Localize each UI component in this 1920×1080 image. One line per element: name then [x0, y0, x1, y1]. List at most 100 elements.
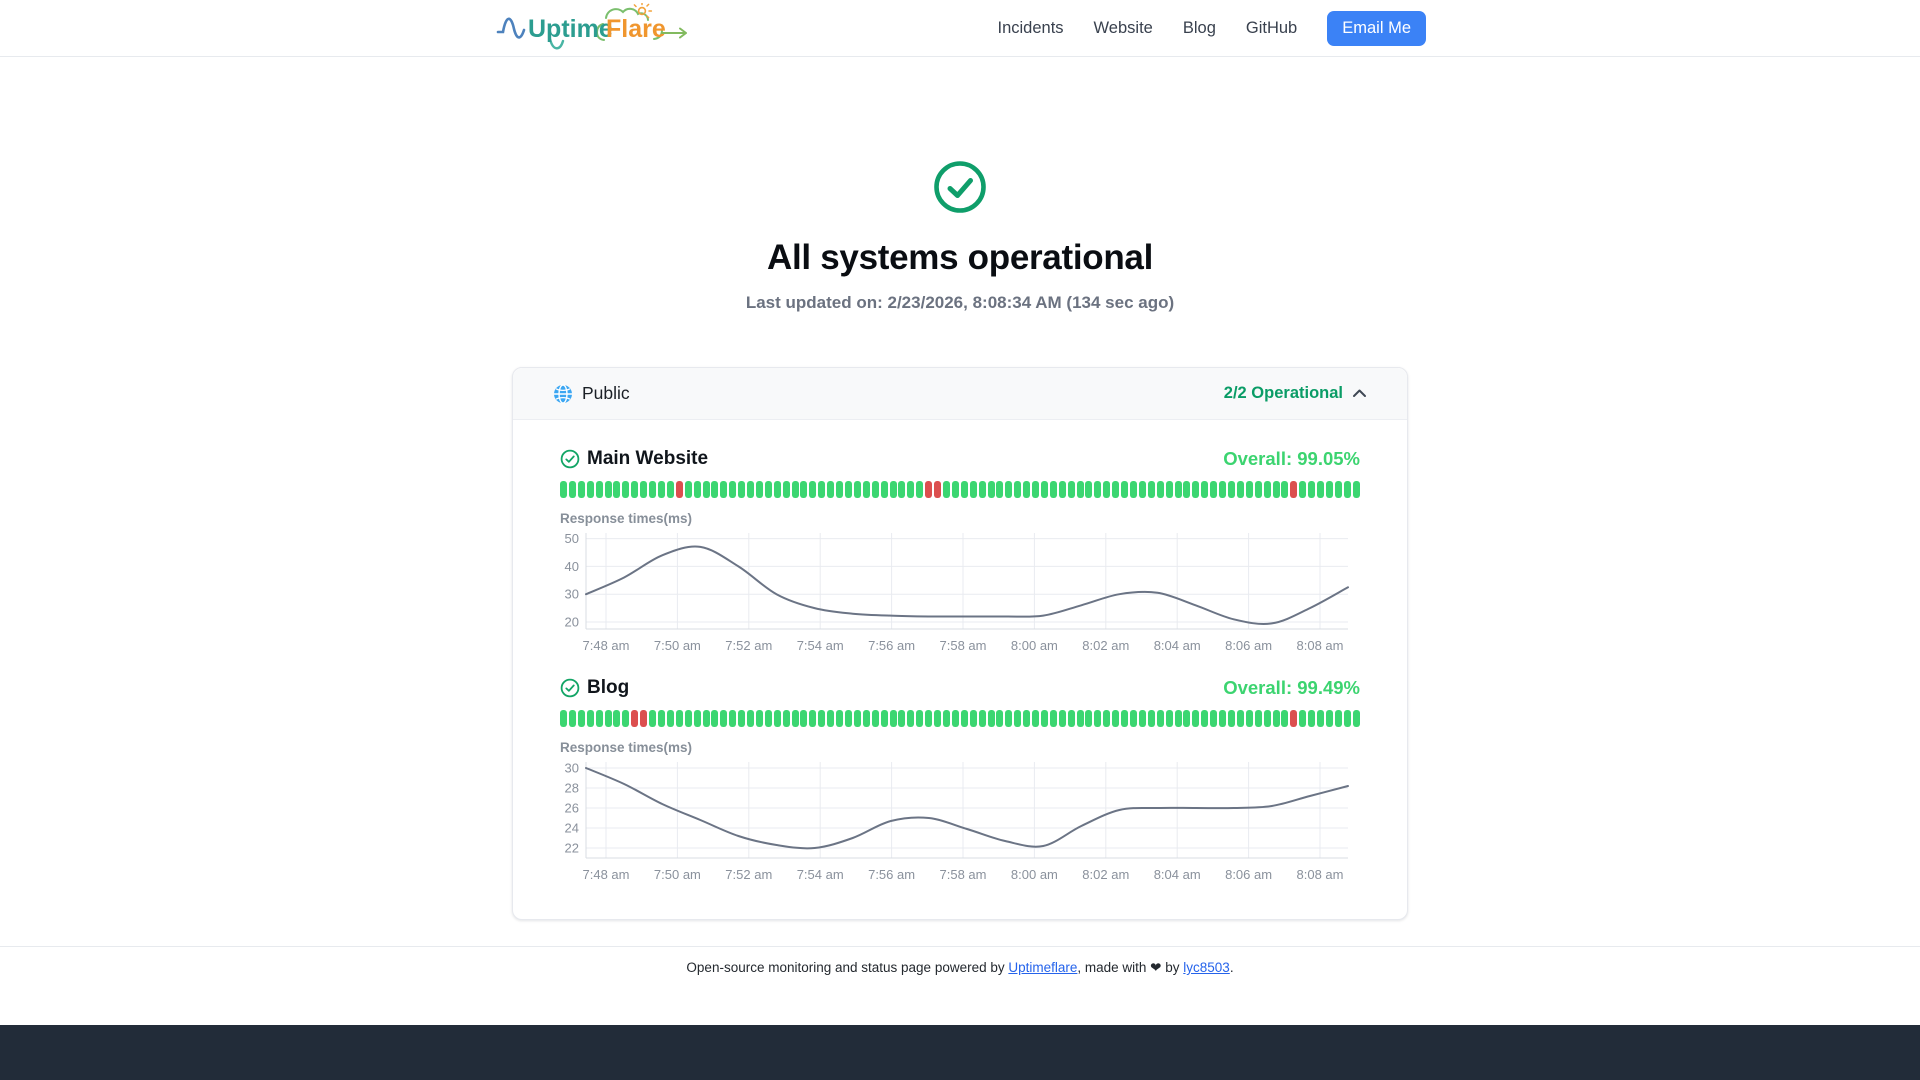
uptime-bar [1334, 710, 1342, 727]
svg-text:30: 30 [565, 761, 579, 776]
uptime-bar [666, 481, 674, 498]
uptime-bar [1325, 481, 1333, 498]
monitor-name: Blog [587, 677, 630, 698]
uptime-bar [640, 481, 648, 498]
uptime-bar [1147, 710, 1155, 727]
status-hero: All systems operational Last updated on:… [0, 57, 1920, 313]
uptime-bar [720, 481, 728, 498]
uptime-bar [1049, 710, 1057, 727]
nav-link-incidents[interactable]: Incidents [997, 19, 1063, 38]
nav-link-website[interactable]: Website [1094, 19, 1153, 38]
uptime-bar [577, 481, 585, 498]
svg-text:20: 20 [565, 615, 579, 630]
uptime-bar [613, 710, 621, 727]
uptime-bar [1094, 710, 1102, 727]
uptime-bar [613, 481, 621, 498]
svg-text:7:52 am: 7:52 am [725, 638, 772, 653]
uptime-bar [1201, 481, 1209, 498]
uptime-bar [711, 481, 719, 498]
group-name-label: Public [582, 383, 630, 403]
response-time-chart: 20 30 40 50 7:48 am 7:50 am 7:52 am 7:54 am 7:56… [565, 531, 1349, 653]
uptime-bar [1352, 481, 1360, 498]
uptimeflare-logo[interactable]: Uptime Flare [494, 3, 690, 53]
uptime-bar [1067, 481, 1075, 498]
uptime-bar [916, 481, 924, 498]
uptime-bar [880, 481, 888, 498]
uptime-bar [1023, 481, 1031, 498]
email-me-button[interactable]: Email Me [1327, 10, 1426, 46]
uptime-bar [1121, 481, 1129, 498]
uptime-bar [1085, 481, 1093, 498]
svg-text:8:02 am: 8:02 am [1082, 867, 1129, 882]
uptime-bar [1005, 481, 1013, 498]
nav-links: Incidents Website Blog GitHub Email Me [997, 10, 1426, 46]
uptime-bar [1023, 710, 1031, 727]
uptime-bar [675, 710, 683, 727]
page-title: All systems operational [766, 238, 1153, 277]
uptime-bar [889, 481, 897, 498]
uptime-bar [845, 710, 852, 727]
nav-link-github[interactable]: GitHub [1246, 19, 1297, 38]
uptime-bar [791, 710, 799, 727]
uptime-bar [702, 481, 710, 498]
monitor-header: Main Website Overall: 99.05% [560, 448, 1360, 470]
uptime-bar [960, 710, 968, 727]
uptime-bar [1005, 710, 1013, 727]
uptime-bar [898, 710, 906, 727]
uptime-bar [1352, 710, 1360, 727]
uptimeflare-link[interactable]: Uptimeflare [1008, 960, 1077, 975]
uptime-bar [1130, 481, 1137, 498]
svg-text:7:58 am: 7:58 am [940, 638, 987, 653]
all-operational-check-icon [934, 161, 986, 213]
logo-text-flare: Flare [606, 15, 666, 43]
svg-text:7:56 am: 7:56 am [868, 638, 915, 653]
uptime-bar [1156, 481, 1164, 498]
uptime-bar [1040, 481, 1048, 498]
chart-title: Response times(ms) [560, 511, 693, 526]
uptime-bar [1334, 481, 1342, 498]
svg-text:8:00 am: 8:00 am [1011, 867, 1058, 882]
monitor-group-card: Public 2/2 Operational Main Website Over… [512, 367, 1408, 920]
uptime-bar [889, 710, 897, 727]
uptime-bar [836, 710, 844, 727]
monitor-main-website: Main Website Overall: 99.05% Response ti… [560, 448, 1360, 664]
uptime-bar [1263, 710, 1271, 727]
top-navigation: Uptime Flare Incidents Website Blog GitHub … [0, 0, 1920, 57]
svg-text:7:56 am: 7:56 am [868, 867, 915, 882]
uptime-bar [729, 481, 737, 498]
uptime-bar [631, 710, 639, 727]
nav-link-blog[interactable]: Blog [1183, 19, 1216, 38]
uptime-bar [586, 481, 594, 498]
uptime-bar [640, 710, 648, 727]
uptime-bar [560, 481, 567, 498]
uptime-bar [942, 481, 950, 498]
uptime-bar [1032, 710, 1040, 727]
group-toggle[interactable]: 2/2 Operational [1224, 384, 1367, 403]
uptime-bar [1343, 710, 1351, 727]
svg-text:24: 24 [565, 821, 579, 836]
uptime-bar [1058, 710, 1066, 727]
footer: Open-source monitoring and status page p… [0, 946, 1920, 992]
uptime-bar [996, 481, 1004, 498]
uptime-bar [1014, 481, 1022, 498]
uptime-bar [631, 481, 639, 498]
uptime-bar [1308, 481, 1316, 498]
uptime-bar [1201, 710, 1209, 727]
uptime-bar [1040, 710, 1048, 727]
svg-text:7:50 am: 7:50 am [654, 867, 701, 882]
uptime-bar [1245, 481, 1253, 498]
group-name-row: Public [553, 383, 630, 404]
author-link[interactable]: lyc8503 [1183, 960, 1230, 975]
uptime-bar [1058, 481, 1066, 498]
uptime-bar [657, 710, 665, 727]
uptime-bar [818, 710, 826, 727]
uptime-bar [969, 710, 977, 727]
uptime-bar [729, 710, 737, 727]
svg-text:28: 28 [565, 781, 579, 796]
uptime-bars [560, 481, 1360, 498]
chevron-up-icon [1353, 389, 1366, 397]
uptime-bar [1290, 710, 1298, 727]
uptime-bar [649, 481, 657, 498]
footer-text: Open-source monitoring and status page p… [686, 960, 1009, 975]
uptime-bar [1263, 481, 1271, 498]
